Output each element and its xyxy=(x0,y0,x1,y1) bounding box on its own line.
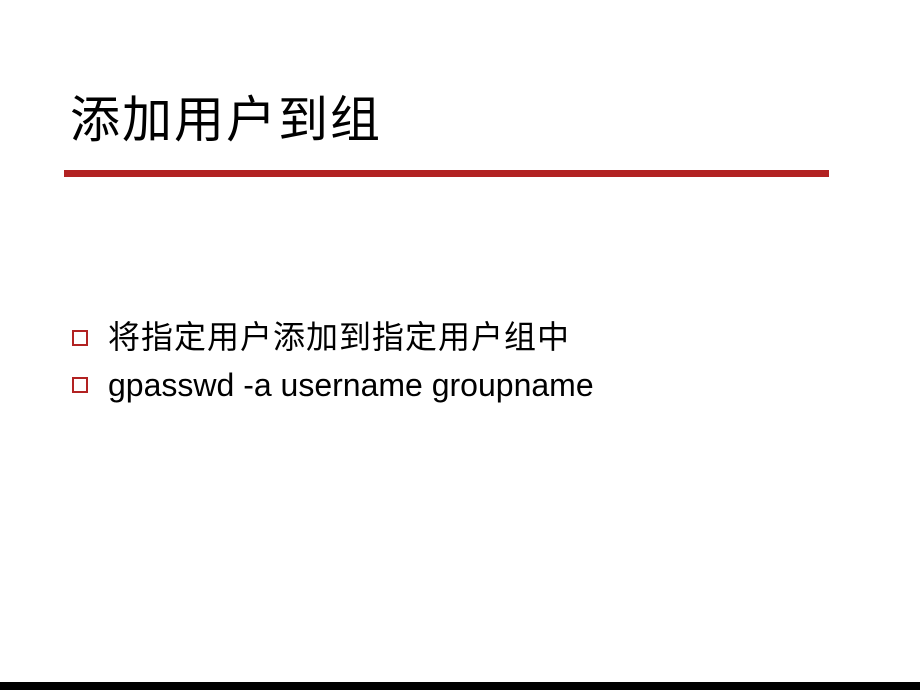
footer-bar xyxy=(0,682,920,690)
slide-content: 将指定用户添加到指定用户组中 gpasswd -a username group… xyxy=(70,317,850,406)
bullet-text: 将指定用户添加到指定用户组中 xyxy=(108,317,570,359)
slide-container: 添加用户到组 将指定用户添加到指定用户组中 gpasswd -a usernam… xyxy=(0,0,920,690)
list-item: gpasswd -a username groupname xyxy=(72,365,850,407)
bullet-text: gpasswd -a username groupname xyxy=(108,365,594,407)
slide-title: 添加用户到组 xyxy=(70,80,850,152)
square-bullet-icon xyxy=(72,330,88,346)
square-bullet-icon xyxy=(72,377,88,393)
title-divider xyxy=(64,170,829,177)
list-item: 将指定用户添加到指定用户组中 xyxy=(72,317,850,359)
